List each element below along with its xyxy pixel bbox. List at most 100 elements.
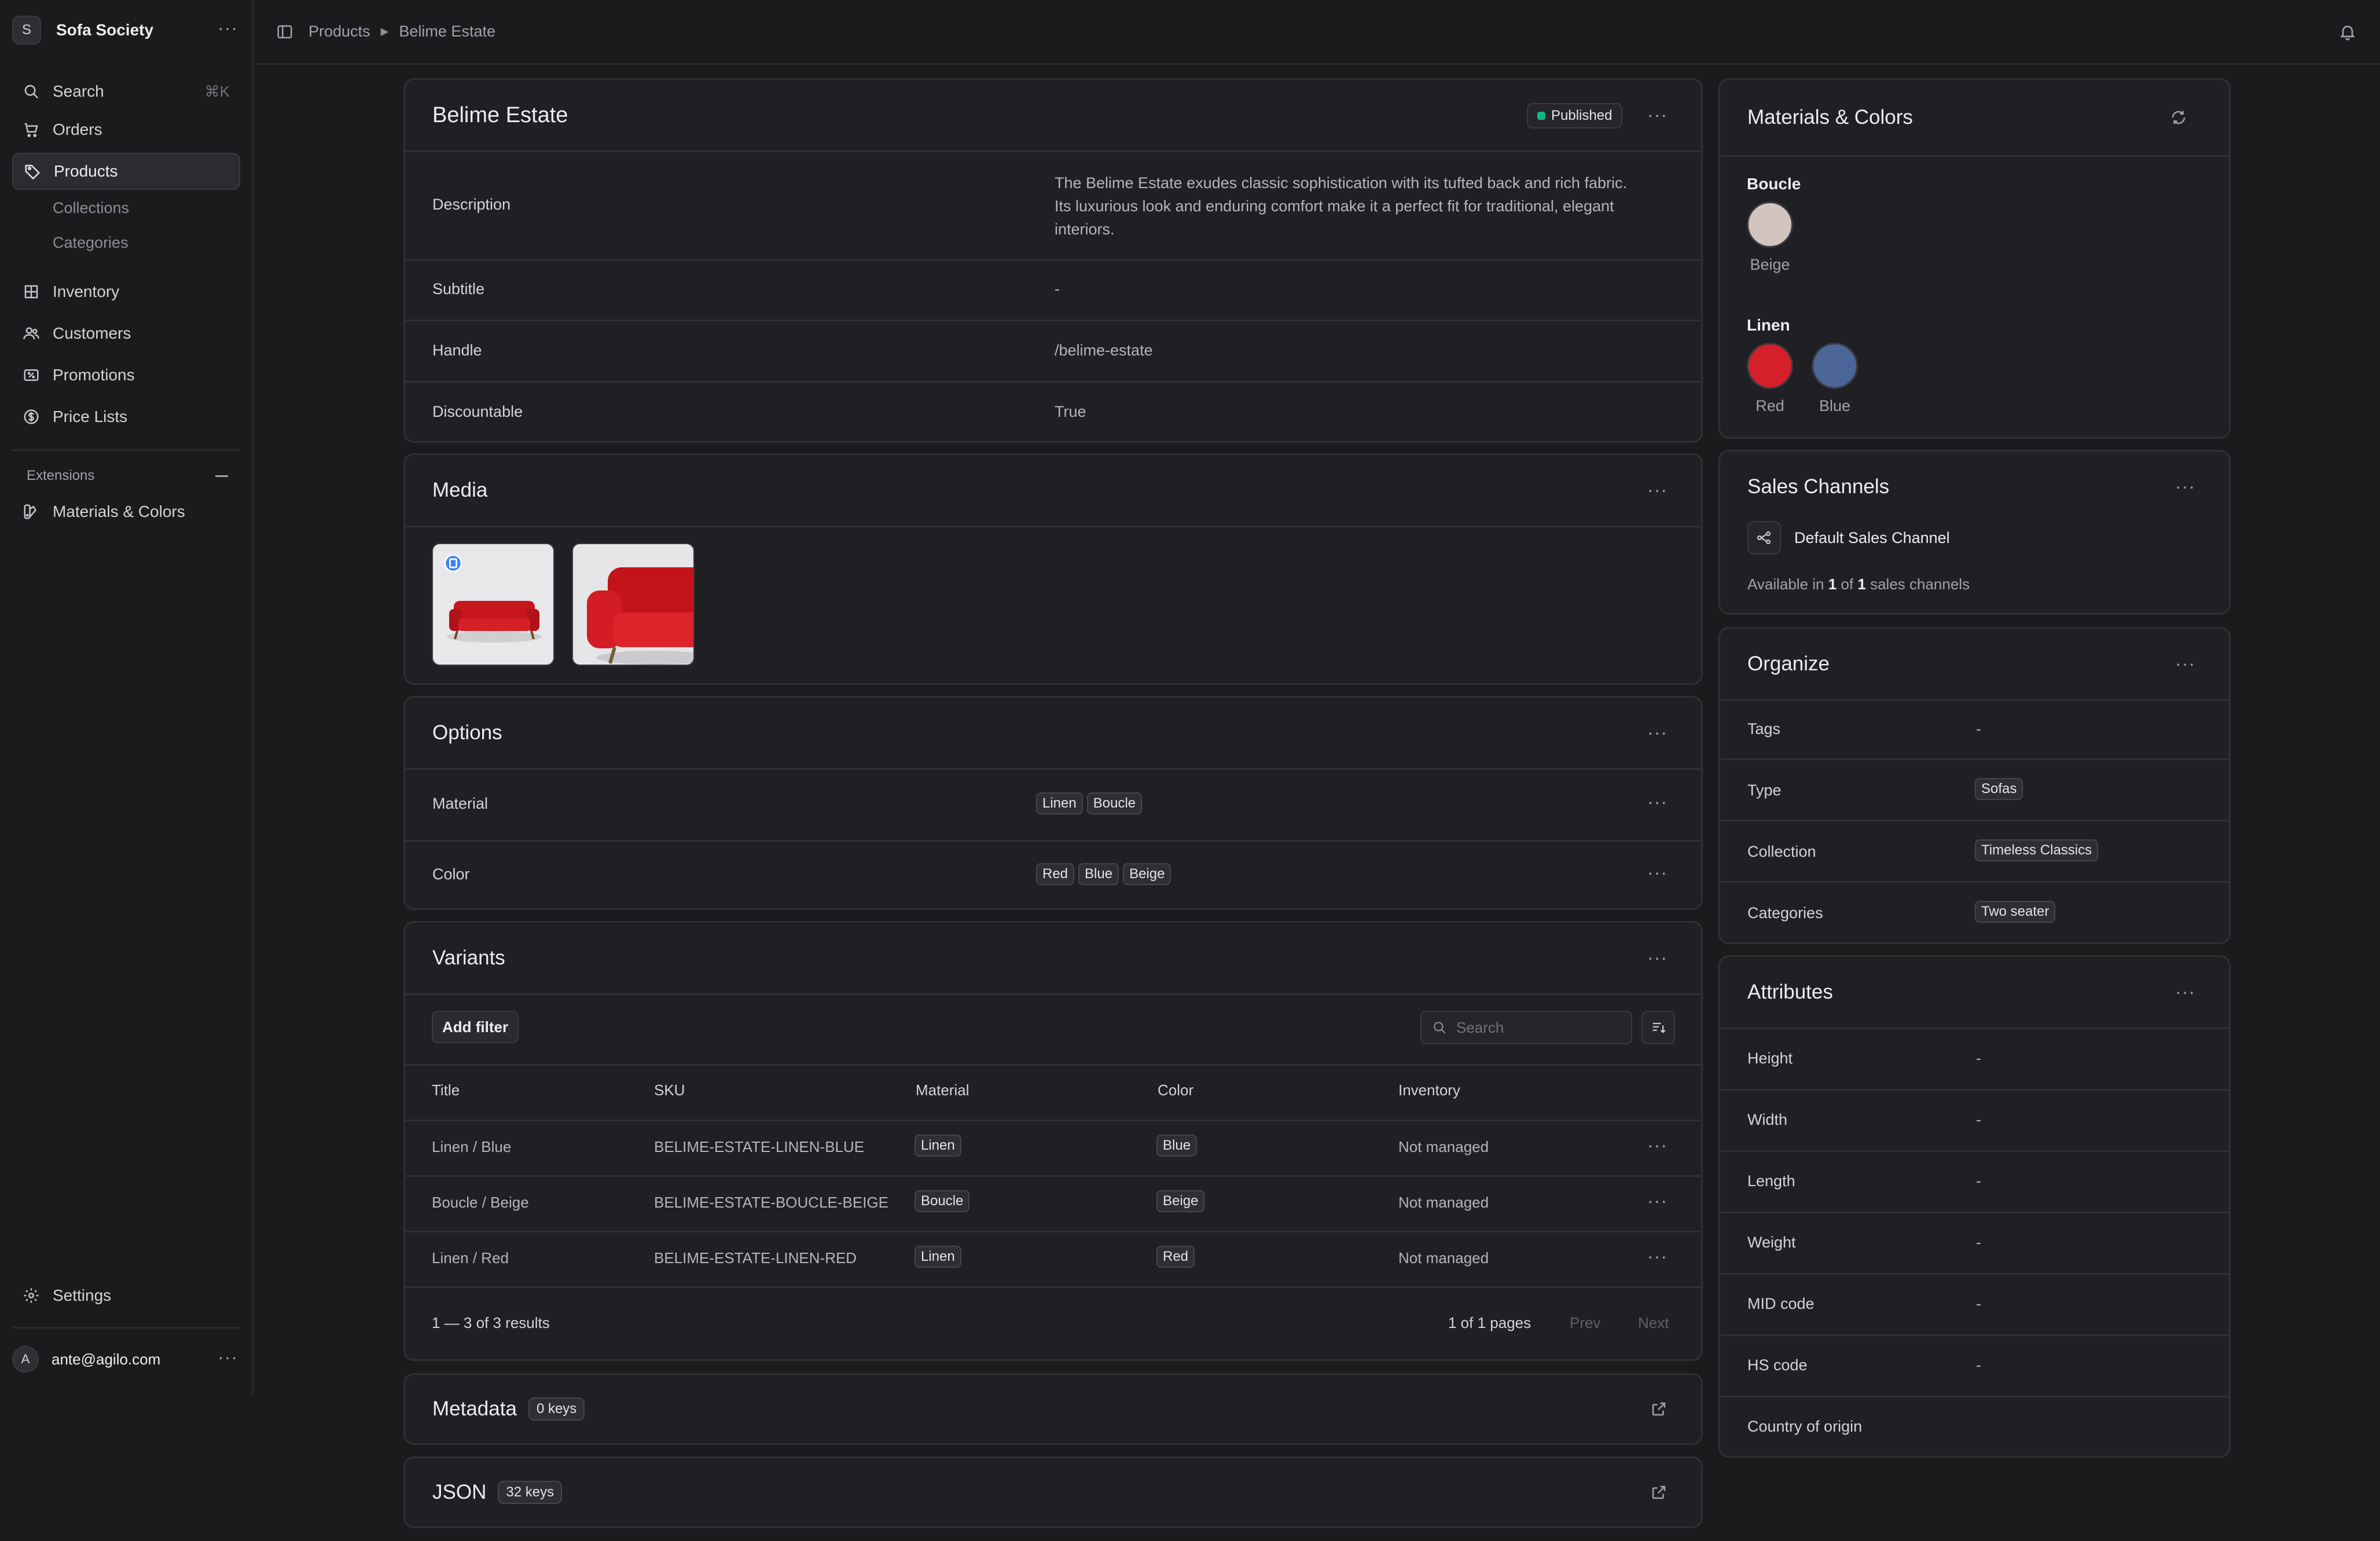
- attributes-menu-icon[interactable]: ···: [2175, 982, 2195, 1001]
- description-label: Description: [432, 196, 511, 213]
- nav-orders[interactable]: Orders: [12, 111, 240, 148]
- nav-promotions[interactable]: Promotions: [12, 357, 240, 394]
- nav-search[interactable]: Search ⌘K: [12, 73, 240, 110]
- next-button[interactable]: Next: [1638, 1314, 1669, 1332]
- metadata-title: Metadata: [432, 1397, 517, 1420]
- variant-title: Boucle / Beige: [432, 1194, 529, 1211]
- external-link-icon[interactable]: [1650, 1484, 1668, 1501]
- category-badge[interactable]: Two seater: [1975, 901, 2056, 923]
- variant-sku: BELIME-ESTATE-LINEN-RED: [654, 1249, 857, 1267]
- color-swatch-label: Blue: [1819, 397, 1851, 414]
- add-filter-button[interactable]: Add filter: [432, 1011, 519, 1043]
- column-header-inventory[interactable]: Inventory: [1398, 1081, 1460, 1099]
- channel-name[interactable]: Default Sales Channel: [1794, 529, 1950, 547]
- attribute-label: Width: [1747, 1111, 1788, 1128]
- swatch-icon: [24, 504, 37, 519]
- variant-title: Linen / Red: [432, 1249, 509, 1267]
- availability-suffix: sales channels: [1870, 575, 1970, 593]
- user-menu[interactable]: A ante@agilo.com ···: [12, 1344, 238, 1374]
- nav-orders-label: Orders: [53, 120, 102, 138]
- media-thumbnail[interactable]: [432, 543, 554, 666]
- type-badge[interactable]: Sofas: [1975, 778, 2023, 800]
- option-value-badge: Linen: [1036, 792, 1083, 814]
- option-color-values: Red Blue Beige: [1036, 863, 1175, 885]
- product-menu-icon[interactable]: ···: [1647, 105, 1668, 124]
- search-icon: [24, 85, 39, 99]
- refresh-icon[interactable]: [2170, 109, 2187, 126]
- option-color-menu-icon[interactable]: ···: [1647, 863, 1668, 882]
- channels-icon: [1757, 531, 1771, 545]
- organize-menu-icon[interactable]: ···: [2175, 654, 2195, 673]
- column-header-title[interactable]: Title: [432, 1081, 460, 1099]
- metadata-card[interactable]: Metadata 0 keys: [403, 1373, 1703, 1445]
- categories-label: Categories: [1747, 904, 1823, 922]
- external-link-icon[interactable]: [1650, 1400, 1668, 1418]
- user-menu-icon[interactable]: ···: [218, 1348, 238, 1366]
- description-value: The Belime Estate exudes classic sophist…: [1055, 174, 1627, 238]
- sales-channels-menu-icon[interactable]: ···: [2175, 477, 2195, 496]
- store-name: Sofa Society: [56, 21, 154, 39]
- variant-inventory: Not managed: [1398, 1194, 1489, 1211]
- sort-button[interactable]: [1641, 1011, 1675, 1044]
- page-count: 1 of 1 pages: [1448, 1314, 1531, 1331]
- sidebar-toggle-icon[interactable]: [276, 23, 293, 41]
- nav-products[interactable]: Products: [12, 153, 240, 190]
- channel-icon-box: [1747, 521, 1781, 555]
- row-menu-icon[interactable]: ···: [1647, 1247, 1668, 1265]
- json-title: JSON: [432, 1481, 487, 1503]
- store-switcher[interactable]: S Sofa Society ···: [12, 15, 238, 45]
- cart-icon: [24, 123, 38, 137]
- collapse-icon[interactable]: [215, 475, 228, 477]
- extensions-header[interactable]: Extensions: [27, 468, 228, 484]
- material-group-name: Boucle: [1747, 175, 1801, 193]
- attribute-label: Height: [1747, 1050, 1793, 1067]
- bell-icon[interactable]: [2338, 22, 2357, 42]
- status-badge: Published: [1527, 103, 1623, 129]
- discountable-value: True: [1055, 403, 1086, 420]
- attribute-value: -: [1976, 1111, 1981, 1128]
- attribute-label: MID code: [1747, 1295, 1815, 1312]
- media-menu-icon[interactable]: ···: [1647, 480, 1668, 499]
- sidebar: S Sofa Society ··· Search ⌘K Orders Prod…: [0, 0, 254, 1395]
- prev-button[interactable]: Prev: [1570, 1314, 1600, 1332]
- users-icon: [23, 327, 39, 340]
- nav-collections[interactable]: Collections: [53, 199, 129, 217]
- channels-availability: Available in 1 of 1 sales channels: [1747, 575, 1970, 593]
- nav-price-lists[interactable]: Price Lists: [12, 398, 240, 435]
- sales-channels-title: Sales Channels: [1747, 475, 1890, 498]
- nav-inventory-label: Inventory: [53, 282, 120, 300]
- column-header-color[interactable]: Color: [1158, 1081, 1193, 1099]
- variants-search-input[interactable]: [1455, 1018, 1617, 1037]
- product-card: Belime Estate ··· Description The Belime…: [403, 78, 1703, 443]
- variants-search[interactable]: [1420, 1011, 1632, 1044]
- nav-categories[interactable]: Categories: [53, 234, 128, 252]
- status-dot: [1537, 112, 1545, 120]
- color-swatch-label: Red: [1755, 397, 1784, 414]
- nav-inventory[interactable]: Inventory: [12, 273, 240, 310]
- nav-materials-colors[interactable]: Materials & Colors: [12, 493, 240, 530]
- variant-color-badge: Beige: [1156, 1190, 1205, 1212]
- variant-material-badge: Boucle: [914, 1190, 970, 1212]
- options-menu-icon[interactable]: ···: [1647, 723, 1668, 742]
- nav-customers-label: Customers: [53, 324, 131, 342]
- options-card: Options ··· Material Linen Boucle ··· Col…: [403, 696, 1703, 910]
- extensions-label: Extensions: [27, 468, 95, 483]
- variant-inventory: Not managed: [1398, 1249, 1489, 1267]
- breadcrumb-products[interactable]: Products: [308, 23, 370, 41]
- media-thumbnail[interactable]: [572, 543, 695, 666]
- receipt-percent-icon: [24, 369, 39, 381]
- type-label: Type: [1747, 781, 1782, 799]
- nav-customers[interactable]: Customers: [12, 315, 240, 352]
- variants-menu-icon[interactable]: ···: [1647, 948, 1668, 967]
- column-header-material[interactable]: Material: [916, 1081, 969, 1099]
- row-menu-icon[interactable]: ···: [1647, 1136, 1668, 1154]
- option-material-menu-icon[interactable]: ···: [1647, 792, 1668, 811]
- nav-settings[interactable]: Settings: [12, 1277, 240, 1314]
- store-menu-icon[interactable]: ···: [218, 19, 238, 37]
- subtitle-value: -: [1055, 280, 1060, 298]
- attribute-value: -: [1976, 1050, 1981, 1067]
- collection-badge[interactable]: Timeless Classics: [1975, 839, 2099, 861]
- json-card[interactable]: JSON 32 keys: [403, 1456, 1703, 1528]
- row-menu-icon[interactable]: ···: [1647, 1191, 1668, 1210]
- column-header-sku[interactable]: SKU: [654, 1081, 685, 1099]
